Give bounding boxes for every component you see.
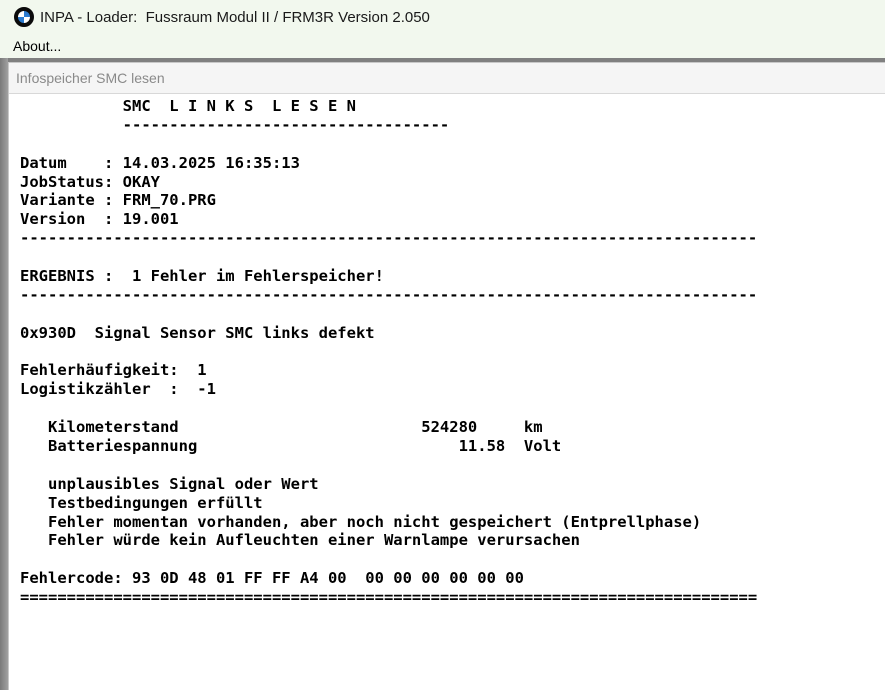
output-line: Testbedingungen erfüllt (20, 493, 263, 512)
title-bar: INPA - Loader: Fussraum Modul II / FRM3R… (0, 0, 885, 34)
output-area: SMC L I N K S L E S E N ----------------… (10, 94, 885, 690)
output-line: Fehler momentan vorhanden, aber noch nic… (20, 512, 702, 531)
output-line: Kilometerstand 524280 km (20, 418, 543, 437)
output-line: Version : 19.001 (20, 210, 179, 229)
output-line: ----------------------------------- (20, 115, 450, 134)
output-line: SMC L I N K S L E S E N (20, 97, 356, 115)
output-line: ERGEBNIS : 1 Fehler im Fehlerspeicher! (20, 267, 384, 286)
child-window-title: Infospeicher SMC lesen (16, 70, 165, 86)
child-window-caption[interactable]: Infospeicher SMC lesen (9, 63, 885, 94)
output-line: Fehlercode: 93 0D 48 01 FF FF A4 00 00 0… (20, 569, 524, 588)
window-title: INPA - Loader: Fussraum Modul II / FRM3R… (40, 8, 430, 26)
output-line: Variante : FRM_70.PRG (20, 191, 216, 210)
menu-item-about[interactable]: About... (0, 38, 67, 54)
output-line: Datum : 14.03.2025 16:35:13 (20, 153, 300, 172)
output-line: ========================================… (20, 588, 758, 607)
output-line: Fehler würde kein Aufleuchten einer Warn… (20, 531, 580, 550)
bmw-logo-icon (14, 7, 34, 27)
output-line: Logistikzähler : -1 (20, 380, 216, 399)
child-window: Infospeicher SMC lesen SMC L I N K S L E… (8, 62, 885, 690)
output-line: unplausibles Signal oder Wert (20, 474, 319, 493)
output-line: Fehlerhäufigkeit: 1 (20, 361, 207, 380)
output-line: JobStatus: OKAY (20, 172, 160, 191)
output-line: ----------------------------------------… (20, 229, 758, 248)
mdi-frame-left (0, 58, 8, 690)
output-line: Batteriespannung 11.58 Volt (20, 437, 562, 456)
menu-bar: About... (0, 34, 885, 58)
output-line: 0x930D Signal Sensor SMC links defekt (20, 323, 375, 342)
output-line: ----------------------------------------… (20, 285, 758, 304)
output-text: SMC L I N K S L E S E N ----------------… (20, 97, 757, 607)
